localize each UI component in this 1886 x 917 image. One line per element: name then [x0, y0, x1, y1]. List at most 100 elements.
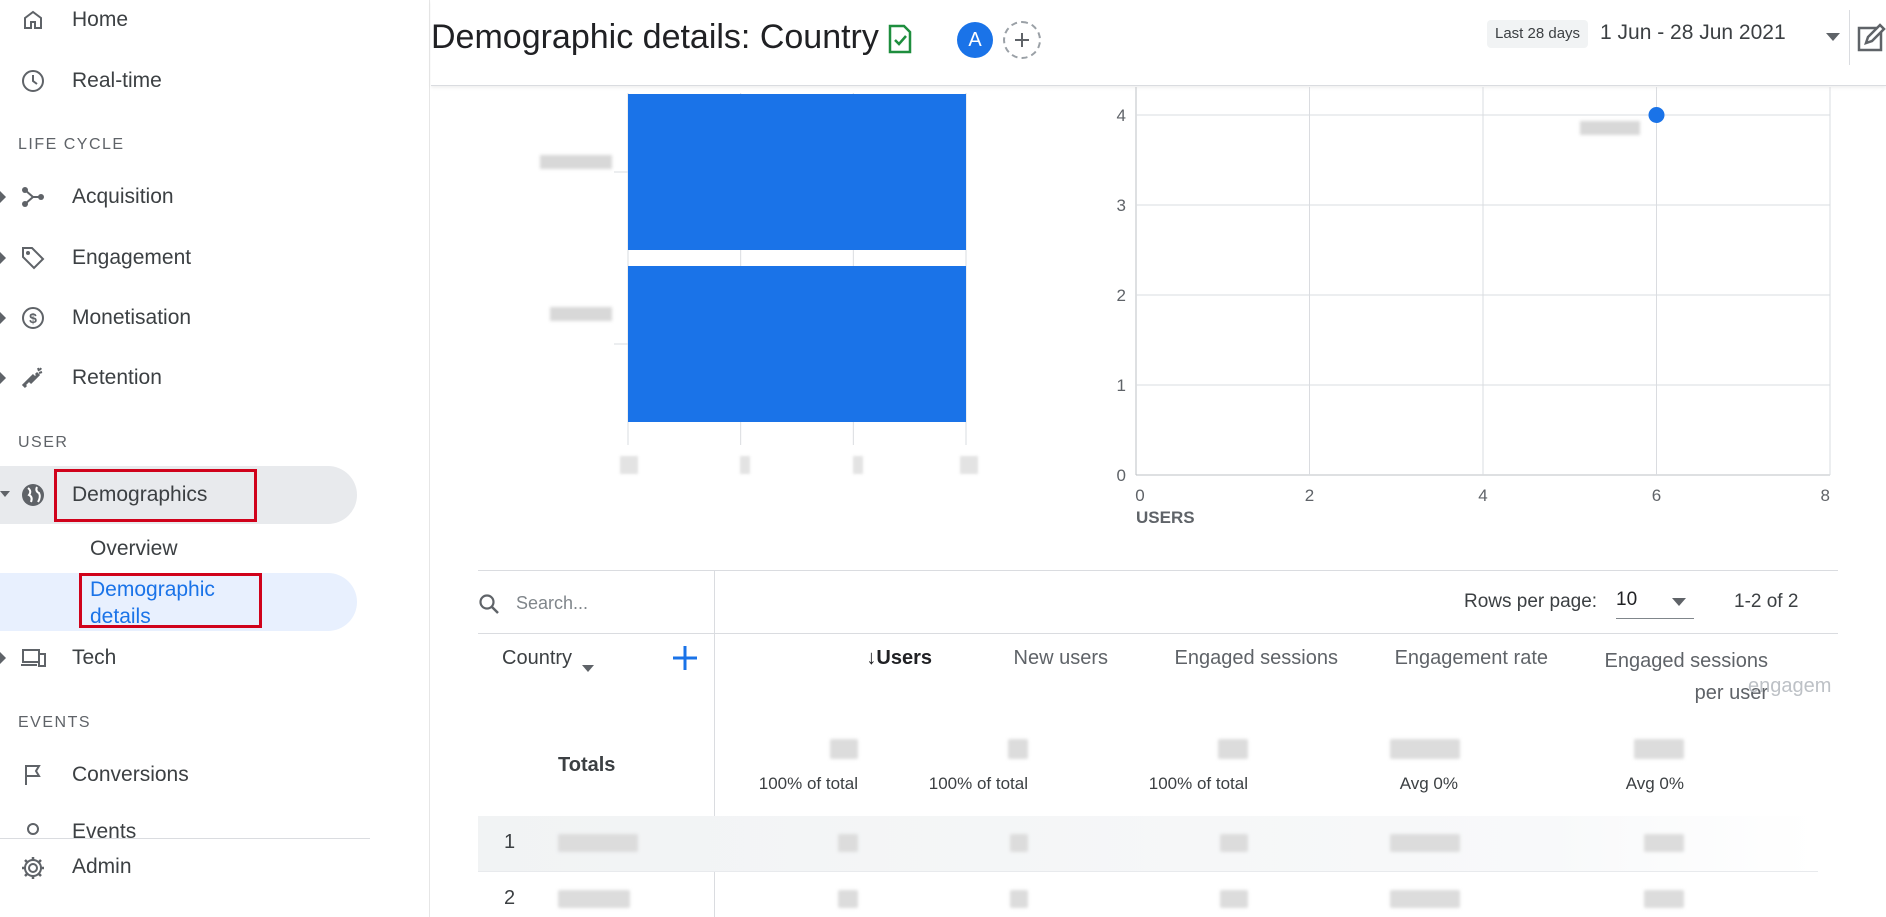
sidebar-item-label: Admin [72, 855, 132, 878]
add-dimension-button[interactable] [670, 643, 700, 678]
totals-spu-redacted [1634, 739, 1684, 759]
chevron-down-icon[interactable] [1826, 28, 1840, 46]
date-preset-chip[interactable]: Last 28 days [1487, 20, 1589, 48]
scatter-x-axis-title: USERS [1136, 508, 1195, 527]
totals-users-pct: 100% of total [758, 774, 858, 793]
column-header-truncated[interactable]: engagem [1748, 675, 1838, 698]
caret-down-icon[interactable] [0, 489, 10, 501]
column-header-label: per user [1694, 682, 1768, 704]
caret-right-icon[interactable] [0, 372, 8, 384]
dollar-icon: $ [18, 303, 48, 333]
sidebar-subitem-overview[interactable]: Overview [90, 537, 178, 561]
table-row[interactable]: 2 [478, 871, 1818, 917]
column-header-engagement-rate[interactable]: Engagement rate [1348, 647, 1548, 670]
scatter-x-ticks: 0 2 4 6 8 [1135, 486, 1830, 505]
row-index: 1 [504, 831, 516, 853]
column-header-engaged-sessions-per-user[interactable]: Engaged sessions per user [1538, 645, 1768, 709]
sidebar-item-tech[interactable]: Tech [0, 632, 360, 684]
caret-right-icon[interactable] [0, 312, 8, 324]
data-table: Rows per page: 10 1-2 of 2 Country ↓User… [478, 570, 1838, 917]
sidebar-item-acquisition[interactable]: Acquisition [0, 171, 360, 223]
sidebar-item-home[interactable]: Home [0, 0, 360, 46]
search-icon [478, 593, 500, 620]
scatter-point[interactable] [1648, 107, 1665, 123]
row-rate-redacted [1390, 890, 1460, 908]
sidebar-item-monetisation[interactable]: $ Monetisation [0, 292, 360, 344]
chevron-down-icon[interactable] [582, 659, 594, 677]
column-header-new-users[interactable]: New users [948, 647, 1108, 670]
scatter-points [1648, 107, 1665, 123]
point-label-redacted [1580, 121, 1640, 135]
column-header-engaged-sessions[interactable]: Engaged sessions [1118, 647, 1338, 670]
sidebar-item-admin[interactable]: Admin [0, 838, 370, 898]
plus-icon [673, 646, 697, 670]
sidebar-item-label: Monetisation [72, 306, 192, 329]
totals-label: Totals [558, 754, 616, 776]
sidebar-item-events[interactable]: Events [0, 810, 360, 838]
search-input[interactable] [516, 585, 716, 621]
totals-spu-avg: Avg 0% [1625, 774, 1684, 793]
plus-icon [1015, 33, 1029, 47]
pagination-label: 1-2 of 2 [1734, 591, 1799, 612]
touch-icon [18, 818, 48, 838]
page-title: Demographic details: Country [431, 18, 879, 56]
sort-down-arrow-icon: ↓ [866, 647, 877, 669]
caret-right-icon[interactable] [0, 652, 8, 664]
section-label-lifecycle: LIFE CYCLE [18, 136, 125, 153]
tag-icon [18, 243, 48, 273]
sidebar-item-label: Home [72, 8, 129, 31]
row-engaged-redacted [1220, 890, 1248, 908]
sidebar-item-realtime[interactable]: Real-time [0, 55, 360, 107]
column-header-users[interactable]: ↓Users [782, 647, 932, 670]
table-row[interactable]: 1 [478, 816, 1818, 871]
row-new-users-redacted [1010, 890, 1028, 908]
devices-icon [18, 643, 48, 673]
saved-report-icon[interactable] [887, 24, 913, 59]
comparison-avatar[interactable]: A [957, 22, 993, 58]
totals-new-users-pct: 100% of total [928, 774, 1028, 793]
scatter-chart-grid [1135, 87, 1831, 476]
row-engaged-redacted [1220, 834, 1248, 852]
caret-right-icon[interactable] [0, 191, 8, 203]
chevron-down-icon[interactable] [1672, 593, 1686, 611]
rows-per-page-label: Rows per page: [1464, 591, 1598, 612]
highlight-box-demographic-details [79, 573, 262, 628]
row-index: 2 [504, 887, 516, 909]
row-users-redacted [838, 834, 858, 852]
clock-icon [18, 66, 48, 96]
column-header-country[interactable]: Country [502, 647, 572, 670]
bar-chart-bars [628, 94, 966, 422]
section-label-user: USER [18, 434, 69, 451]
scatter-y-tick-label: 1 [1117, 376, 1126, 395]
table-divider [478, 633, 1838, 634]
scatter-x-tick-label: 2 [1305, 486, 1314, 505]
date-range-picker[interactable]: 1 Jun - 28 Jun 2021 [1600, 21, 1786, 45]
row-spu-redacted [1644, 890, 1684, 908]
row-spu-redacted [1644, 834, 1684, 852]
sidebar-item-conversions[interactable]: Conversions [0, 749, 360, 801]
row-country-redacted [558, 834, 638, 852]
totals-new-users-redacted [1008, 739, 1028, 759]
sidebar-item-label: Retention [72, 366, 162, 389]
scatter-y-ticks: 0 1 2 3 4 [1117, 106, 1126, 485]
sidebar-item-label: Events [72, 820, 137, 838]
scatter-y-tick-label: 4 [1117, 106, 1126, 125]
bar[interactable] [628, 94, 966, 250]
totals-users-redacted [830, 739, 858, 759]
sidebar-item-label: Real-time [72, 69, 162, 92]
rows-per-page-value: 10 [1616, 589, 1638, 610]
bar[interactable] [628, 266, 966, 422]
sidebar-item-engagement[interactable]: Engagement [0, 232, 360, 284]
sidebar: Home Real-time LIFE CYCLE Acquisition En… [0, 0, 430, 917]
section-label-events: EVENTS [18, 714, 92, 731]
sidebar-item-retention[interactable]: Retention [0, 352, 360, 404]
flag-icon [18, 760, 48, 790]
globe-icon [18, 480, 48, 510]
sidebar-item-label: Conversions [72, 763, 189, 786]
caret-right-icon[interactable] [0, 252, 8, 264]
page-header: Demographic details: Country A Last 28 d… [431, 0, 1886, 86]
customize-report-icon[interactable] [1849, 10, 1886, 65]
add-comparison-button[interactable] [1003, 21, 1041, 59]
scatter-x-tick-label: 4 [1478, 486, 1487, 505]
sidebar-item-label: Acquisition [72, 185, 174, 208]
